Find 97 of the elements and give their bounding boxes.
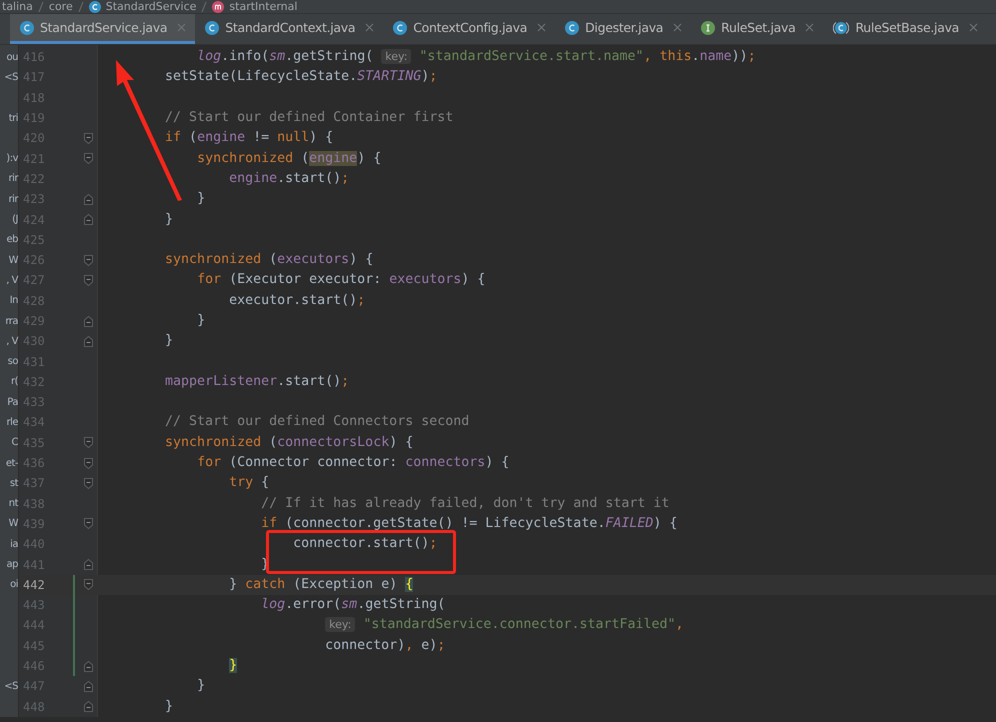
class-icon: [88, 0, 101, 12]
close-icon[interactable]: [537, 23, 546, 32]
file-tab[interactable]: RuleSetBase.java: [823, 14, 988, 44]
code-line: } catch (Exception e) {: [229, 576, 414, 594]
tree-item-fragment[interactable]: Pa: [7, 396, 18, 408]
separator-icon: [78, 0, 84, 12]
tree-item-fragment[interactable]: et-: [6, 458, 18, 469]
code-line: if (engine != null) {: [165, 129, 334, 148]
file-tab[interactable]: StandardService.java: [10, 14, 196, 44]
file-tab[interactable]: StandardContext.java: [195, 14, 384, 44]
class-icon: [565, 20, 580, 34]
code-line: }: [165, 210, 174, 229]
code-line: engine.start();: [229, 170, 350, 188]
class-icon: [205, 20, 220, 34]
close-icon[interactable]: [969, 23, 978, 32]
tree-item-fragment[interactable]: oi: [10, 579, 18, 590]
code-line: log.info(sm.getString( key: "standardService.start.name", this.name));: [197, 48, 756, 66]
tree-item-fragment[interactable]: rra: [5, 316, 18, 326]
breadcrumb-item[interactable]: talina: [2, 0, 33, 13]
tree-item-fragment[interactable]: <S: [4, 680, 18, 692]
code-line: try {: [229, 474, 270, 492]
method-icon: [212, 0, 224, 12]
fold-icon[interactable]: [84, 559, 92, 570]
close-icon[interactable]: [805, 23, 814, 32]
code-line: if (connector.getState() != LifecycleState.FAILED) {: [261, 514, 678, 533]
code-line: }: [197, 312, 206, 330]
code-line: for (Connector connector: connectors) {: [197, 454, 510, 472]
fold-icon[interactable]: [84, 254, 92, 266]
code-line: synchronized (executors) {: [165, 251, 374, 270]
tree-item-fragment[interactable]: (J: [12, 214, 18, 226]
tree-item-fragment[interactable]: eb: [6, 234, 18, 246]
code-line: connector.start();: [293, 535, 438, 554]
fold-icon[interactable]: [84, 518, 92, 530]
code-line: // Start our defined Container first: [165, 109, 454, 128]
fold-icon[interactable]: [84, 458, 92, 469]
fold-icon[interactable]: [84, 660, 92, 672]
code-line: }: [165, 698, 174, 716]
code-line: // If it has already failed, don't try and start it: [261, 494, 670, 513]
breadcrumb-item[interactable]: core: [48, 0, 73, 13]
code-line: synchronized (engine) {: [197, 150, 382, 168]
code-line: log.error(sm.getString(: [261, 596, 446, 614]
code-line: }: [197, 677, 206, 696]
code-line: }: [165, 332, 174, 350]
code-line: for (Executor executor: executors) {: [197, 271, 486, 290]
tree-item-fragment[interactable]: r(: [10, 376, 18, 388]
interface-icon: [701, 20, 716, 34]
tree-item-fragment[interactable]: W: [8, 254, 18, 266]
tree-item-fragment[interactable]: st: [10, 478, 18, 489]
file-tab[interactable]: ContextConfig.java: [383, 14, 556, 44]
class-icon: [393, 20, 408, 34]
fold-icon[interactable]: [84, 153, 92, 164]
tree-item-fragment[interactable]: rir: [8, 173, 18, 184]
abstract-class-icon: [833, 20, 850, 34]
code-line: }: [197, 190, 206, 208]
fold-icon[interactable]: [84, 701, 92, 712]
fold-icon[interactable]: [84, 194, 92, 205]
tree-item-fragment[interactable]: ia: [10, 538, 18, 550]
tree-item-fragment[interactable]: , V: [6, 336, 18, 347]
fold-icon[interactable]: [84, 214, 92, 226]
breadcrumb-item[interactable]: StandardService: [106, 0, 196, 13]
tree-item-fragment[interactable]: C: [12, 437, 18, 448]
code-line: synchronized (connectorsLock) {: [165, 434, 414, 452]
fold-icon[interactable]: [84, 316, 92, 326]
file-tab[interactable]: Digester.java: [555, 14, 692, 44]
tree-item-fragment[interactable]: rir: [8, 194, 18, 205]
tree-item-fragment[interactable]: tri: [8, 112, 18, 124]
breadcrumb-item[interactable]: startInternal: [229, 0, 298, 13]
class-icon: [20, 20, 34, 34]
fold-icon[interactable]: [84, 437, 92, 448]
tree-item-fragment[interactable]: ):v: [6, 153, 18, 164]
separator-icon: [201, 0, 208, 12]
code-line: executor.start();: [229, 292, 366, 310]
separator-icon: [38, 0, 44, 12]
close-icon[interactable]: [673, 23, 682, 32]
line-number: 442: [22, 576, 46, 594]
tree-item-fragment[interactable]: so: [8, 356, 18, 368]
tree-item-fragment[interactable]: W: [8, 518, 18, 530]
tree-item-fragment[interactable]: rle: [6, 416, 18, 428]
fold-icon[interactable]: [84, 336, 92, 347]
code-line: connector), e);: [325, 636, 446, 655]
tree-item-fragment[interactable]: ou: [6, 52, 18, 63]
tree-item-fragment[interactable]: <S: [4, 72, 18, 83]
fold-icon[interactable]: [84, 478, 92, 489]
tree-item-fragment[interactable]: , V: [6, 274, 18, 286]
fold-icon[interactable]: [84, 579, 92, 590]
code-line: key: "standardService.connector.startFailed",: [325, 616, 684, 634]
tree-item-fragment[interactable]: nt: [8, 498, 18, 510]
tree-item-fragment[interactable]: In: [10, 295, 18, 306]
code-line: // Start our defined Connectors second: [165, 413, 470, 432]
close-icon[interactable]: [365, 23, 374, 32]
fold-icon[interactable]: [84, 132, 92, 144]
code-line: setState(LifecycleState.STARTING);: [165, 68, 438, 86]
file-tab[interactable]: RuleSet.java: [691, 14, 824, 44]
code-line: mapperListener.start();: [165, 372, 350, 391]
tree-item-fragment[interactable]: ap: [6, 559, 18, 570]
fold-icon[interactable]: [84, 274, 92, 286]
fold-icon[interactable]: [84, 680, 92, 692]
